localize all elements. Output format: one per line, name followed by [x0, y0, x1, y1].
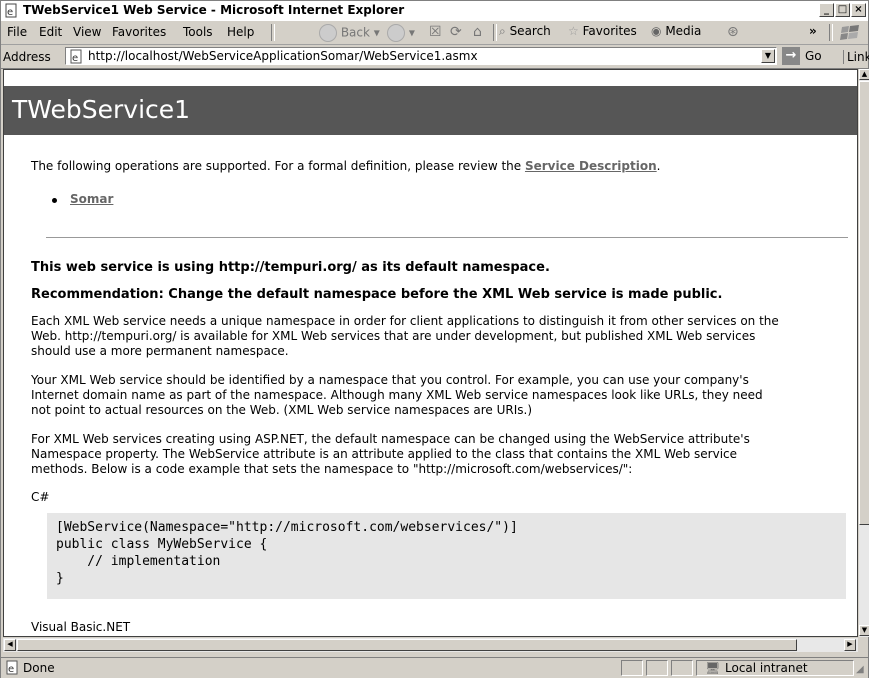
address-input[interactable]: e http://localhost/WebServiceApplication…: [65, 47, 777, 65]
menu-favorites[interactable]: Favorites: [112, 25, 166, 39]
page-icon: e: [70, 49, 82, 64]
search-button[interactable]: ⌕ Search: [499, 24, 551, 39]
status-text: Done: [23, 661, 55, 675]
intro-suffix: .: [656, 159, 661, 173]
scroll-down-icon[interactable]: ▼: [859, 625, 869, 636]
vb-label: Visual Basic.NET: [31, 620, 131, 634]
go-button[interactable]: → Go: [782, 47, 838, 65]
links-button[interactable]: Links: [843, 50, 869, 64]
home-icon[interactable]: ⌂: [473, 24, 482, 40]
go-arrow-icon: →: [782, 47, 800, 65]
address-url: http://localhost/WebServiceApplicationSo…: [88, 49, 478, 63]
zone-pane: 🖥 Local intranet: [696, 660, 854, 676]
minimize-button[interactable]: _: [819, 3, 834, 17]
page-done-icon: e: [6, 660, 18, 675]
menu-view[interactable]: View: [73, 25, 101, 39]
code-block: [WebService(Namespace="http://microsoft.…: [47, 513, 846, 599]
intro-prefix: The following operations are supported. …: [31, 159, 525, 173]
code-line: }: [56, 571, 64, 586]
paragraph-1-line-1: Each XML Web service needs a unique name…: [31, 314, 779, 328]
bullet: [52, 198, 57, 203]
history-icon[interactable]: ⊛: [727, 24, 739, 40]
resize-grip-icon[interactable]: ◢: [856, 664, 864, 675]
status-bar: e Done 🖥 Local intranet ◢: [1, 657, 868, 678]
code-line: [WebService(Namespace="http://microsoft.…: [56, 520, 518, 535]
namespace-heading: This web service is using http://tempuri…: [31, 260, 550, 275]
ie-page-icon: e: [5, 3, 17, 18]
status-pane: [621, 660, 643, 676]
paragraph-2-line-2: Internet domain name as part of the name…: [31, 388, 763, 402]
code-line: // implementation: [56, 554, 221, 569]
status-pane: [646, 660, 668, 676]
paragraph-1-line-2: Web. http://tempuri.org/ is available fo…: [31, 329, 756, 343]
go-label: Go: [805, 49, 822, 63]
close-button[interactable]: ×: [851, 3, 866, 17]
page-title: TWebService1: [12, 95, 191, 124]
window-title: TWebService1 Web Service - Microsoft Int…: [23, 3, 405, 17]
vertical-scroll-thumb[interactable]: [859, 81, 869, 525]
back-button[interactable]: Back ▾: [319, 24, 380, 42]
toolbar-chevron[interactable]: »: [809, 24, 817, 38]
intranet-icon: 🖥: [705, 661, 721, 675]
divider: [46, 237, 848, 238]
title-bar[interactable]: e TWebService1 Web Service - Microsoft I…: [1, 1, 868, 22]
windows-logo-icon: [840, 25, 859, 40]
toolbar-separator: [271, 24, 275, 41]
page-header: TWebService1: [4, 86, 857, 135]
favorites-label: Favorites: [582, 24, 637, 38]
menu-edit[interactable]: Edit: [39, 25, 62, 39]
paragraph-3-line-3: methods. Below is a code example that se…: [31, 462, 633, 476]
intro-text: The following operations are supported. …: [31, 159, 660, 174]
scroll-up-icon[interactable]: ▲: [859, 69, 869, 80]
status-pane: [671, 660, 693, 676]
browser-window: e TWebService1 Web Service - Microsoft I…: [0, 0, 869, 678]
vertical-scrollbar[interactable]: ▲ ▼: [858, 69, 869, 637]
svg-text:e: e: [72, 53, 78, 64]
favorites-button[interactable]: ☆ Favorites: [568, 24, 637, 38]
menu-help[interactable]: Help: [227, 25, 254, 39]
star-icon: ☆: [568, 24, 579, 38]
page-content: TWebService1 The following operations ar…: [3, 69, 858, 637]
scroll-left-icon[interactable]: ◀: [4, 639, 16, 651]
horizontal-scroll-thumb[interactable]: [17, 639, 797, 651]
media-icon: ◉: [651, 24, 662, 38]
search-label: Search: [509, 24, 551, 38]
zone-text: Local intranet: [725, 661, 808, 675]
address-label: Address: [3, 50, 51, 64]
toolbar-separator: [829, 24, 833, 41]
search-icon: ⌕: [499, 24, 506, 38]
menu-file[interactable]: File: [7, 25, 27, 39]
operation-link-somar[interactable]: Somar: [70, 192, 113, 207]
back-label: Back: [340, 25, 370, 40]
paragraph-2-line-1: Your XML Web service should be identifie…: [31, 373, 749, 387]
media-label: Media: [665, 24, 702, 38]
paragraph-3-line-2: Namespace property. The WebService attri…: [31, 447, 738, 461]
menu-bar: File Edit View Favorites Tools Help Back…: [1, 21, 868, 45]
chevron-down-icon[interactable]: ▼: [761, 49, 775, 63]
forward-button[interactable]: ▾: [387, 24, 415, 42]
service-description-link[interactable]: Service Description: [525, 159, 657, 173]
paragraph-2-line-3: not point to actual resources on the Web…: [31, 403, 532, 417]
code-line: public class MyWebService {: [56, 537, 268, 552]
svg-text:e: e: [7, 7, 13, 18]
refresh-icon[interactable]: ⟳: [450, 24, 462, 40]
paragraph-3-line-1: For XML Web services creating using ASP.…: [31, 432, 750, 446]
horizontal-scrollbar[interactable]: ◀ ▶: [3, 637, 858, 652]
svg-text:e: e: [8, 664, 14, 675]
csharp-label: C#: [31, 490, 50, 504]
media-button[interactable]: ◉ Media: [651, 24, 701, 38]
scroll-right-icon[interactable]: ▶: [844, 639, 856, 651]
menu-tools[interactable]: Tools: [183, 25, 213, 39]
maximize-button[interactable]: □: [835, 3, 850, 17]
forward-arrow-icon: [387, 24, 405, 42]
paragraph-1-line-3: should use a more permanent namespace.: [31, 344, 289, 358]
toolbar-separator: [493, 24, 497, 41]
back-arrow-icon: [319, 24, 337, 42]
address-bar: Address e http://localhost/WebServiceApp…: [1, 45, 869, 69]
stop-icon[interactable]: ☒: [429, 24, 442, 40]
recommendation-heading: Recommendation: Change the default names…: [31, 287, 723, 302]
